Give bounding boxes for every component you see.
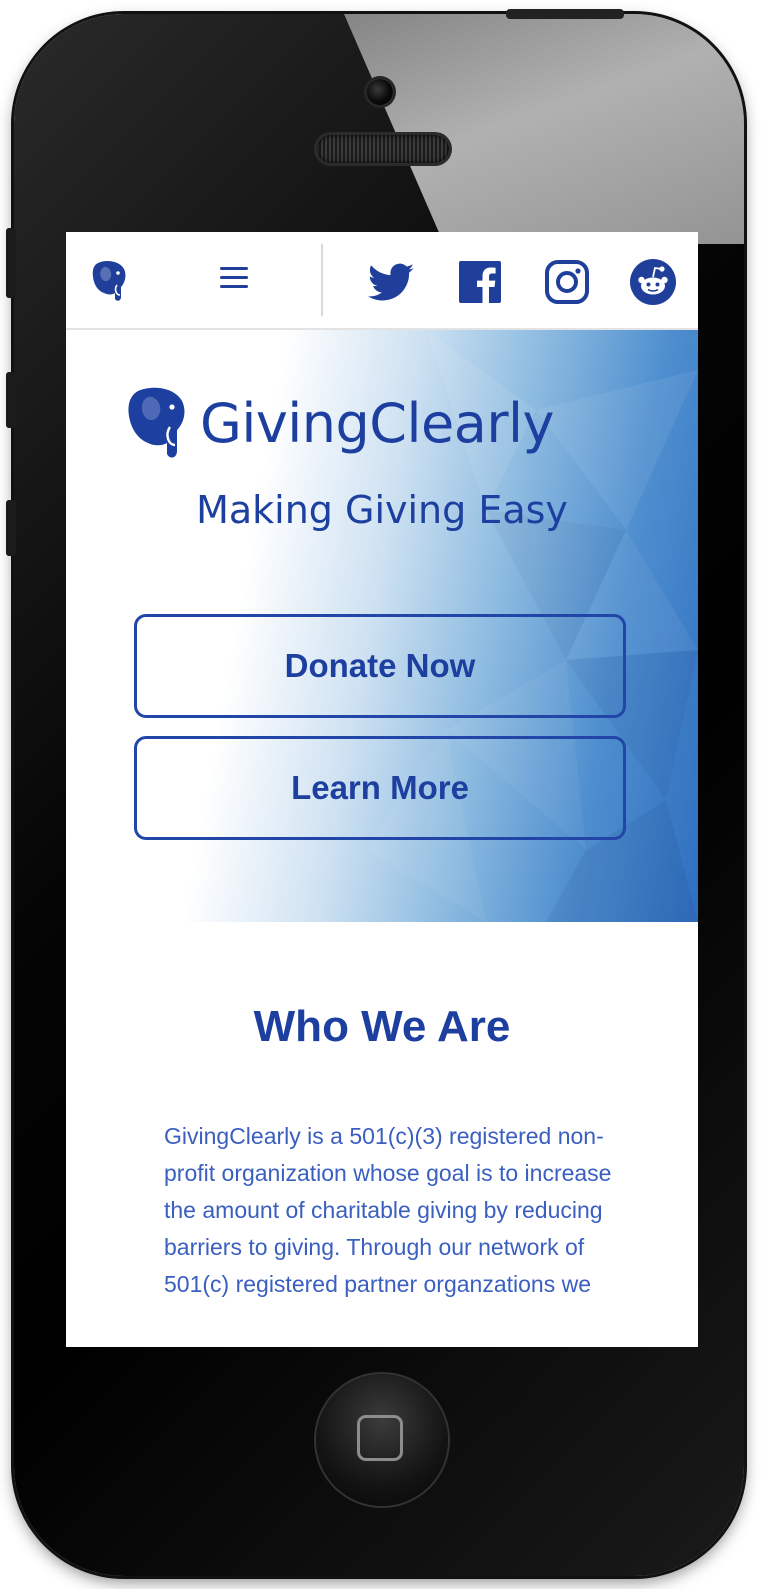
learn-more-button[interactable]: Learn More (134, 736, 626, 840)
hero-section: GivingClearly Making Giving Easy Donate … (66, 330, 698, 922)
top-navbar (66, 232, 698, 330)
phone-power-button (506, 9, 624, 19)
facebook-icon[interactable] (456, 258, 504, 306)
earpiece-speaker (317, 135, 449, 163)
phone-screen: GivingClearly Making Giving Easy Donate … (66, 232, 698, 1347)
hamburger-menu-icon[interactable] (220, 267, 248, 291)
reddit-icon[interactable] (629, 258, 677, 306)
nav-divider (321, 244, 323, 316)
elephant-icon[interactable] (90, 259, 130, 303)
elephant-logo-icon (128, 387, 185, 458)
brand-header: GivingClearly (126, 382, 555, 464)
twitter-icon[interactable] (368, 258, 416, 306)
home-button-icon (357, 1415, 403, 1461)
tagline: Making Giving Easy (196, 488, 568, 532)
phone-volume-down (6, 500, 16, 556)
section-title: Who We Are (253, 1002, 511, 1051)
phone-glare (344, 14, 744, 244)
instagram-icon[interactable] (543, 258, 591, 306)
about-paragraph: GivingClearly is a 501(c)(3) registered … (164, 1123, 612, 1297)
front-camera (367, 79, 393, 105)
phone-mute-switch (6, 228, 16, 298)
donate-now-button[interactable]: Donate Now (134, 614, 626, 718)
brand-name: GivingClearly (200, 391, 555, 455)
phone-volume-up (6, 372, 16, 428)
